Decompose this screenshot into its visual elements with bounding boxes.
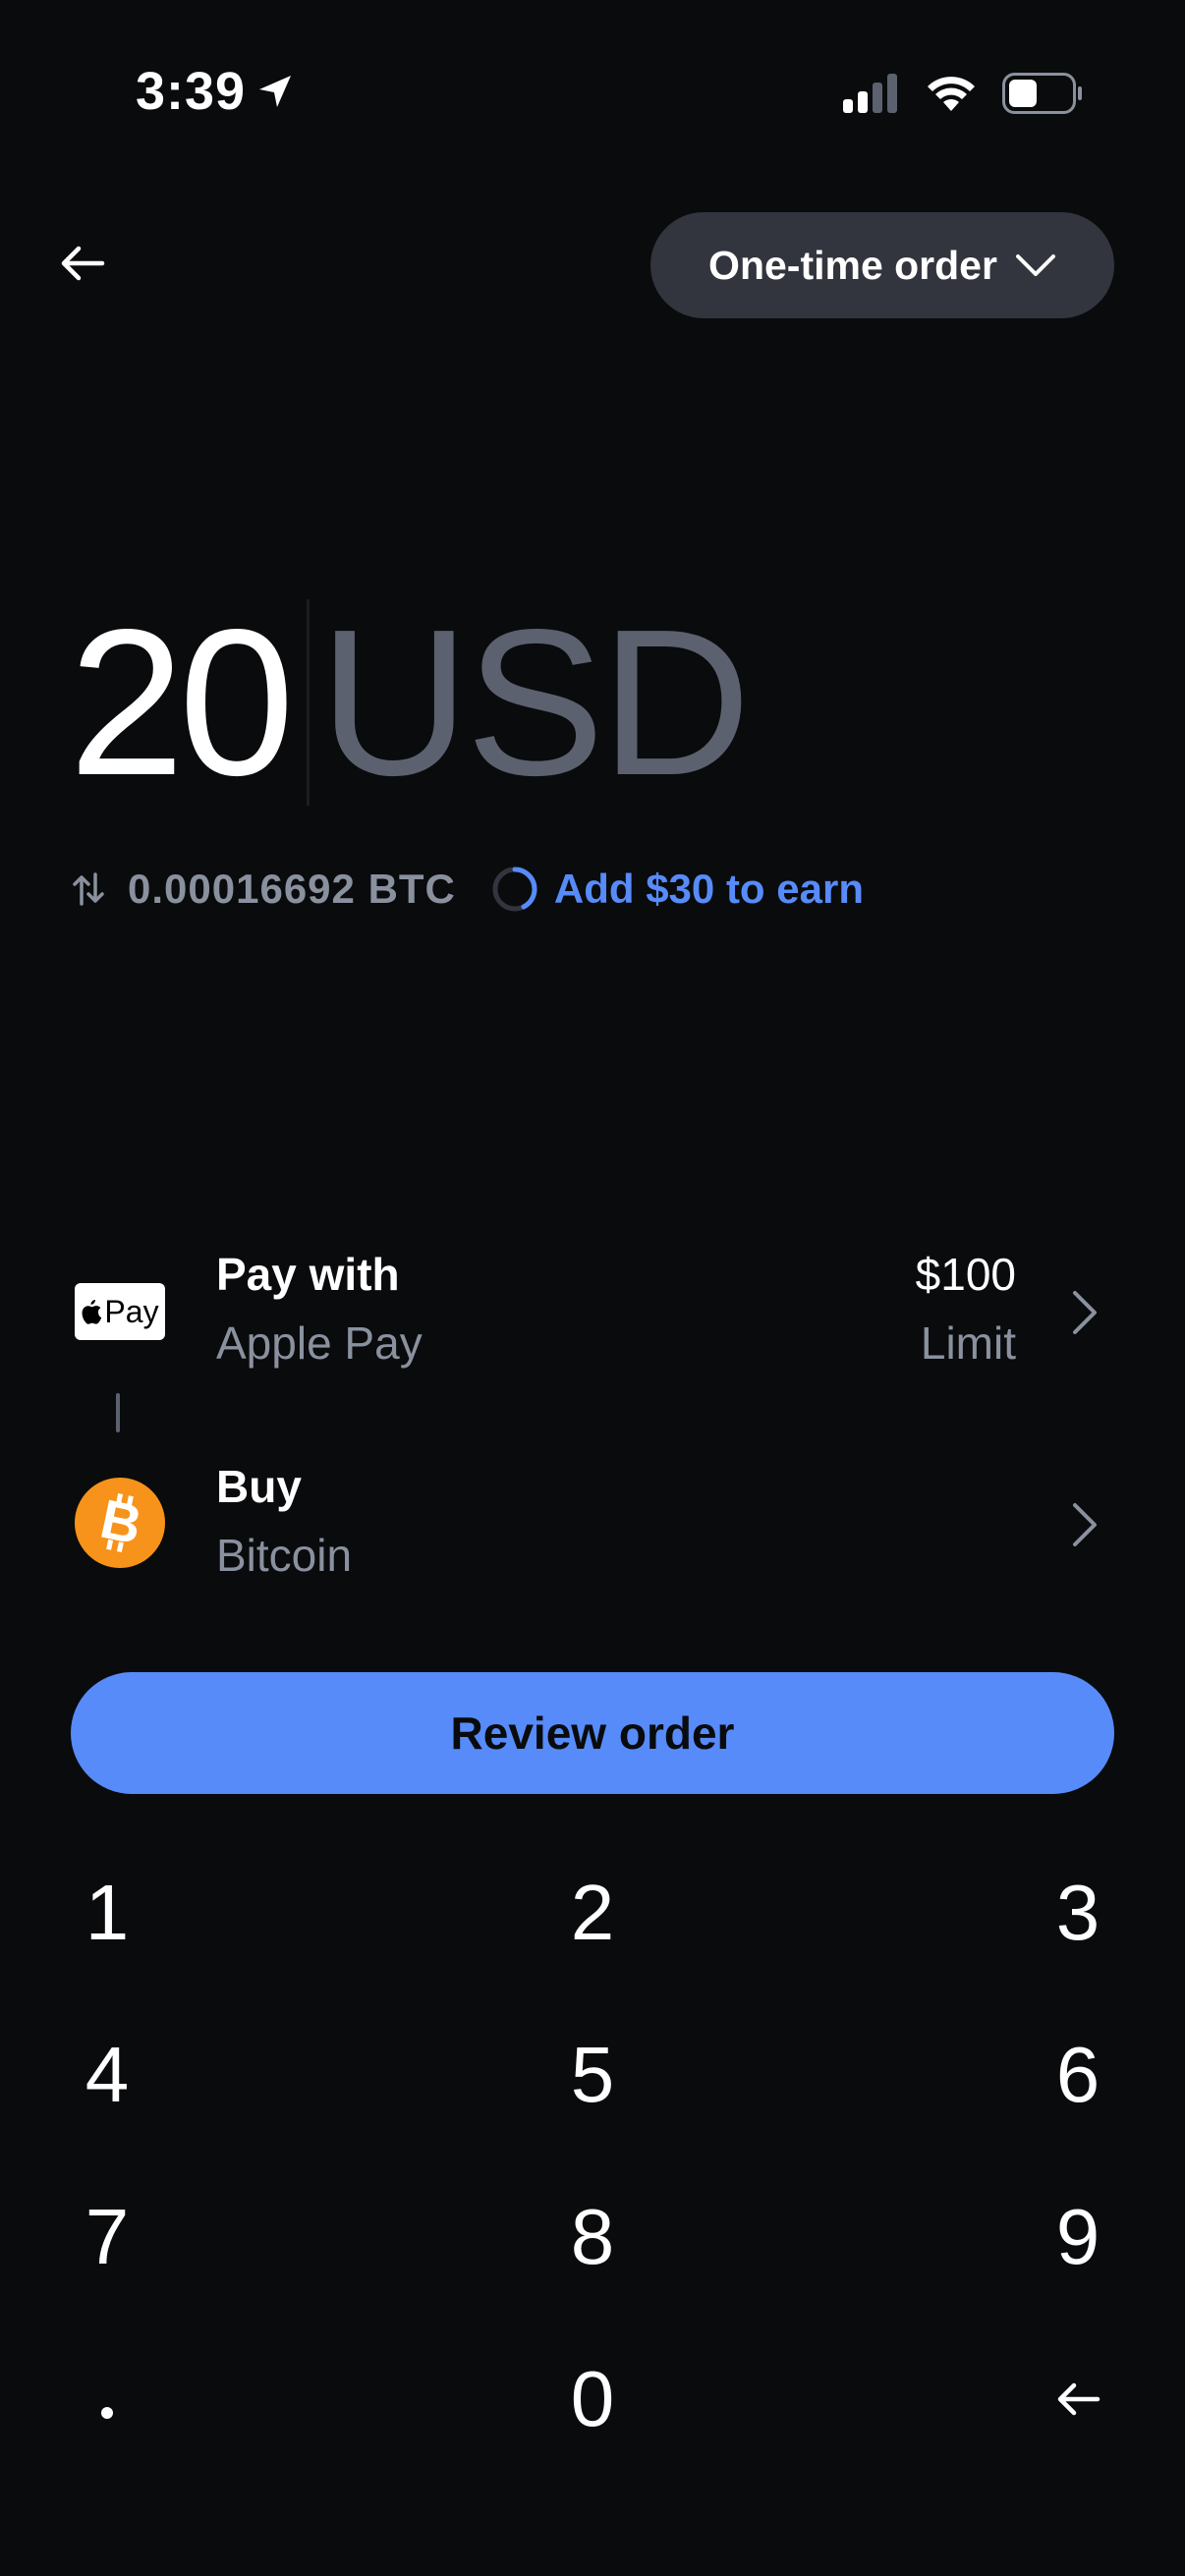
chevron-down-icon xyxy=(1015,254,1055,276)
key-3[interactable]: 3 xyxy=(790,1831,1185,1993)
battery-icon xyxy=(1002,73,1082,114)
key-decimal[interactable] xyxy=(0,2318,395,2480)
earn-prompt-label: Add $30 to earn xyxy=(553,866,864,912)
crypto-amount: 0.00016692 BTC xyxy=(128,866,456,912)
status-indicators xyxy=(843,73,1083,114)
key-4[interactable]: 4 xyxy=(0,1993,395,2156)
review-order-label: Review order xyxy=(450,1708,735,1759)
payment-method: Apple Pay xyxy=(216,1317,423,1369)
arrow-left-icon xyxy=(61,246,105,281)
status-time-group: 3:39 xyxy=(136,61,295,122)
chevron-right-icon xyxy=(1073,1291,1097,1334)
payment-limit-value: $100 xyxy=(915,1249,1016,1300)
asset-name: Bitcoin xyxy=(216,1530,353,1581)
buy-asset-row[interactable]: B Buy Bitcoin xyxy=(0,1440,1185,1607)
numeric-keypad: 1 2 3 4 5 6 7 8 9 0 xyxy=(0,1831,1185,2480)
progress-ring-icon xyxy=(492,867,537,912)
key-6[interactable]: 6 xyxy=(790,1993,1185,2156)
apple-logo-icon xyxy=(82,1300,102,1324)
decimal-point-icon xyxy=(101,2406,113,2419)
chevron-right-icon xyxy=(1073,1503,1097,1546)
row-connector-line xyxy=(116,1393,120,1432)
status-bar: 3:39 xyxy=(0,0,1185,187)
input-caret xyxy=(306,599,310,806)
key-1[interactable]: 1 xyxy=(0,1831,395,1993)
location-arrow-icon xyxy=(259,76,292,107)
order-type-label: One-time order xyxy=(708,242,997,288)
earn-prompt-link[interactable]: Add $30 to earn xyxy=(491,866,864,913)
pay-with-title: Pay with xyxy=(216,1249,400,1300)
review-order-button[interactable]: Review order xyxy=(71,1672,1114,1794)
cellular-signal-icon xyxy=(843,74,897,113)
apple-pay-icon: Pay xyxy=(75,1283,165,1340)
key-8[interactable]: 8 xyxy=(395,2156,790,2318)
key-9[interactable]: 9 xyxy=(790,2156,1185,2318)
wifi-icon xyxy=(928,77,975,111)
bitcoin-icon: B xyxy=(75,1478,165,1568)
status-time: 3:39 xyxy=(136,62,247,121)
key-0[interactable]: 0 xyxy=(395,2318,790,2480)
amount-value: 20 xyxy=(69,586,295,818)
swap-arrows-icon[interactable] xyxy=(71,871,106,907)
payment-limit-label: Limit xyxy=(920,1317,1016,1369)
amount-currency: USD xyxy=(318,586,752,818)
apple-pay-badge-text: Pay xyxy=(104,1293,159,1329)
key-2[interactable]: 2 xyxy=(395,1831,790,1993)
order-type-dropdown[interactable]: One-time order xyxy=(650,212,1114,318)
back-button[interactable] xyxy=(51,232,114,295)
key-backspace[interactable] xyxy=(790,2318,1185,2480)
buy-title: Buy xyxy=(216,1461,302,1512)
backspace-arrow-icon xyxy=(1057,2382,1100,2415)
key-5[interactable]: 5 xyxy=(395,1993,790,2156)
key-7[interactable]: 7 xyxy=(0,2156,395,2318)
pay-with-row[interactable]: Pay Pay with Apple Pay $100 Limit xyxy=(0,1228,1185,1395)
amount-display: 20 USD xyxy=(69,586,752,818)
conversion-row: 0.00016692 BTC Add $30 to earn xyxy=(71,859,864,920)
